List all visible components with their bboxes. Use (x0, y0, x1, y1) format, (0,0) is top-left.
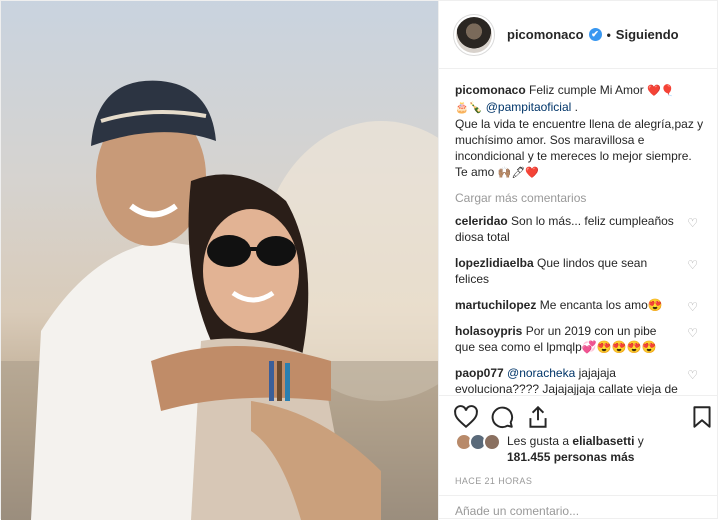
comment-username[interactable]: celeridao (455, 214, 508, 228)
comment-mention[interactable]: @noracheka (507, 366, 575, 380)
likes-summary: Les gusta a elialbasetti y 181.455 perso… (455, 433, 715, 465)
likes-count-link[interactable]: 181.455 personas más (507, 450, 634, 464)
comment-icon[interactable] (489, 404, 515, 430)
caption-mention[interactable]: @pampitaoficial (486, 100, 572, 114)
comment-text: Me encanta los amo😍 (539, 298, 663, 312)
avatar[interactable] (483, 433, 501, 451)
post-side-panel: picomonaco ✔ • Siguiendo picomonaco Feli… (438, 1, 718, 520)
caption-text-2: . (574, 100, 578, 114)
avatar[interactable] (453, 13, 495, 56)
action-bar (439, 395, 718, 437)
post-timestamp[interactable]: HACE 21 HORAS (455, 476, 532, 486)
caption-text-3: Que la vida te encuentre llena de alegrí… (455, 117, 704, 179)
comment-username[interactable]: lopezlidiaelba (455, 256, 534, 270)
caption-text-1: Feliz cumple Mi Amor (529, 83, 644, 97)
share-icon[interactable] (525, 404, 551, 430)
comment-username[interactable]: paop077 (455, 366, 504, 380)
likes-prefix: Les gusta a (507, 434, 570, 448)
comment-item: martuchilopez Me encanta los amo😍 ♡ (455, 297, 706, 315)
comment-item: celeridao Son lo más... feliz cumpleaños… (455, 213, 706, 245)
comment-item: lopezlidiaelba Que lindos que sean felic… (455, 255, 706, 287)
caption-username[interactable]: picomonaco (455, 83, 526, 97)
header-username[interactable]: picomonaco (507, 27, 584, 42)
comment-heart-icon[interactable]: ♡ (687, 367, 698, 383)
likes-user[interactable]: elialbasetti (572, 434, 634, 448)
comment-username[interactable]: martuchilopez (455, 298, 536, 312)
verified-icon: ✔ (588, 28, 602, 41)
couple-photo-illustration (1, 80, 438, 520)
comments-section[interactable]: picomonaco Feliz cumple Mi Amor ❤️🎈 🎂🍾 @… (439, 70, 718, 395)
comment-heart-icon[interactable]: ♡ (687, 325, 698, 341)
caption-emoji-2: 🎂🍾 (455, 101, 483, 114)
comment-input[interactable] (455, 504, 685, 518)
comment-heart-icon[interactable]: ♡ (687, 215, 698, 231)
load-more-comments-button[interactable]: Cargar más comentarios (455, 191, 706, 205)
heart-icon[interactable] (453, 404, 479, 430)
instagram-post: picomonaco ✔ • Siguiendo picomonaco Feli… (0, 0, 718, 520)
comment-heart-icon[interactable]: ♡ (687, 257, 698, 273)
likes-joiner: y (637, 434, 644, 448)
bookmark-icon[interactable] (689, 404, 715, 430)
post-caption: picomonaco Feliz cumple Mi Amor ❤️🎈 🎂🍾 @… (455, 82, 706, 181)
caption-emoji-1: ❤️🎈 (647, 84, 675, 97)
post-header: picomonaco ✔ • Siguiendo (439, 1, 718, 69)
comment-username[interactable]: holasoypris (455, 324, 522, 338)
header-separator: • (606, 27, 611, 42)
comment-item: paop077 @noracheka jajajaja evoluciona??… (455, 365, 706, 395)
comment-heart-icon[interactable]: ♡ (687, 299, 698, 315)
likes-avatars (455, 433, 503, 453)
caption-emoji-3: 🙌🏽🖊❤️ (497, 166, 540, 179)
comment-item: holasoypris Por un 2019 con un pibe que … (455, 323, 706, 355)
add-comment-bar (439, 495, 718, 520)
following-button[interactable]: Siguiendo (616, 27, 679, 42)
post-photo[interactable] (1, 1, 438, 520)
